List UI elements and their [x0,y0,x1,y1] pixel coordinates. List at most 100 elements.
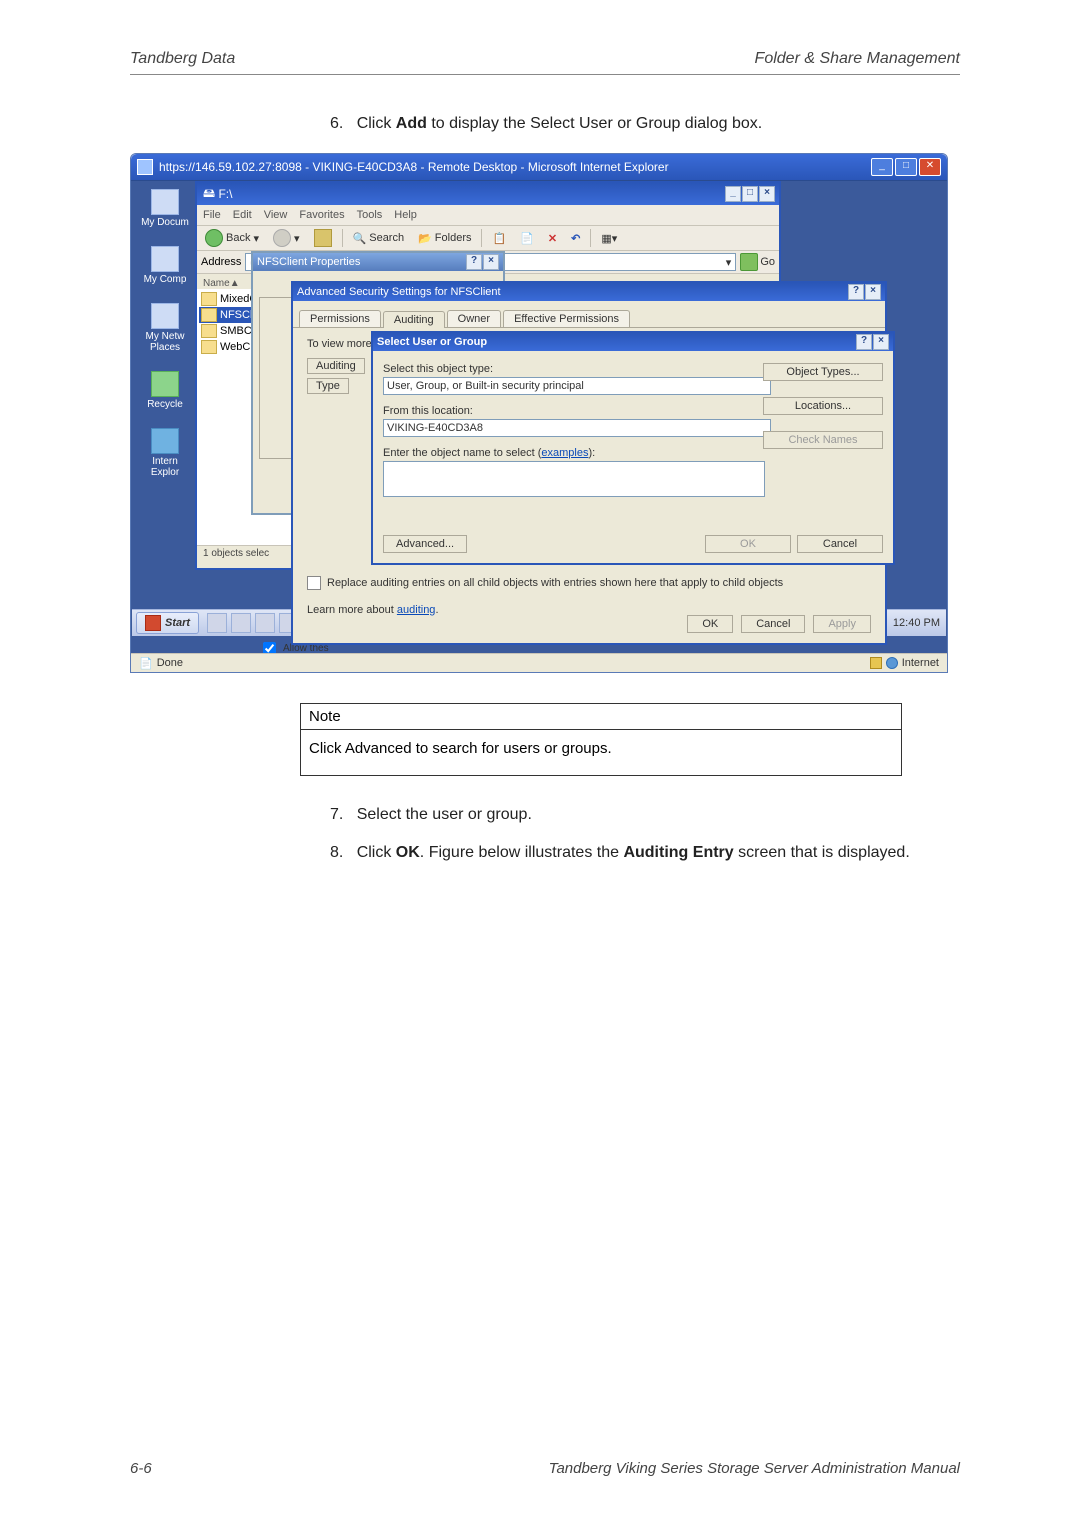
auditing-heading: Auditing [307,358,365,374]
ie-window: https://146.59.102.27:8098 - VIKING-E40C… [130,153,948,673]
tab-effective[interactable]: Effective Permissions [503,310,630,327]
advanced-title: Advanced Security Settings for NFSClient… [293,283,885,301]
folders-button[interactable]: 📂 Folders [414,231,475,246]
toolbar-delete[interactable]: ✕ [544,231,561,246]
object-type-input[interactable]: User, Group, or Built-in security princi… [383,377,771,395]
maximize-button[interactable]: □ [895,158,917,176]
address-label: Address [201,256,241,268]
step-6-text-b: to display the Select User or Group dial… [427,115,762,132]
explorer-max-button[interactable]: □ [742,186,758,202]
explorer-toolbar: Back ▾ ▾ 🔍 Search 📂 Folders 📋 📄 ✕ ↶ ▦▾ [197,226,779,251]
explorer-min-button[interactable]: _ [725,186,741,202]
examples-link[interactable]: examples [541,447,588,459]
ie-status-bar: 📄Done Internet [131,653,947,672]
advanced-title-text: Advanced Security Settings for NFSClient [297,286,501,298]
select-advanced-button[interactable]: Advanced... [383,535,467,553]
step-8-num: 8. [330,844,343,861]
ql-icon[interactable] [231,613,251,633]
menu-view[interactable]: View [264,209,288,221]
menu-edit[interactable]: Edit [233,209,252,221]
properties-close-button[interactable]: × [483,254,499,270]
desktop-icon-my-computer[interactable]: My Comp [137,246,193,285]
explorer-close-button[interactable]: × [759,186,775,202]
object-types-button[interactable]: Object Types... [763,363,883,381]
screenshot: https://146.59.102.27:8098 - VIKING-E40C… [130,153,950,673]
ql-icon[interactable] [255,613,275,633]
properties-help-button[interactable]: ? [466,254,482,270]
windows-icon [145,615,161,631]
desktop-icon-my-documents[interactable]: My Docum [137,189,193,228]
step-8-text-b: . Figure below illustrates the [420,844,624,861]
advanced-close-button[interactable]: × [865,284,881,300]
header-left: Tandberg Data [130,50,235,68]
desktop-icon-ie[interactable]: Intern Explor [137,428,193,478]
object-name-input[interactable] [383,461,765,497]
replace-label: Replace auditing entries on all child ob… [327,577,783,589]
start-label: Start [165,617,190,629]
from-location-value: VIKING-E40CD3A8 [387,422,483,434]
footer-page: 6-6 [130,1460,152,1477]
minimize-button[interactable]: _ [871,158,893,176]
select-ok-button[interactable]: OK [705,535,791,553]
enter-text-b: ): [588,447,595,459]
select-help-button[interactable]: ? [856,334,872,350]
desktop-icon-recycle[interactable]: Recycle [137,371,193,410]
back-button[interactable]: Back ▾ [201,228,263,248]
menu-tools[interactable]: Tools [357,209,383,221]
step-6-text-a: Click [357,115,396,132]
desktop-icon-my-network[interactable]: My Netw Places [137,303,193,353]
properties-title: NFSClient Properties ?× [253,253,503,271]
toolbar-views[interactable]: ▦▾ [597,231,621,246]
object-type-value: User, Group, or Built-in security princi… [387,380,584,392]
note-box: Note Click Advanced to search for users … [300,703,902,776]
select-dialog-title: Select User or Group ?× [373,333,893,351]
advanced-apply-button[interactable]: Apply [813,615,871,633]
locations-button[interactable]: Locations... [763,397,883,415]
header-right: Folder & Share Management [755,50,960,68]
step-6: 6. Click Add to display the Select User … [330,115,960,133]
replace-checkbox[interactable] [307,576,321,590]
close-button[interactable]: ✕ [919,158,941,176]
back-label: Back [226,232,250,244]
remote-desktop-body: My Docum My Comp My Netw Places Recycle … [131,180,947,654]
globe-icon [886,657,898,669]
select-cancel-button[interactable]: Cancel [797,535,883,553]
search-button[interactable]: 🔍 Search [349,231,409,246]
header-rule [130,74,960,75]
start-button[interactable]: Start [136,612,199,634]
footer-title: Tandberg Viking Series Storage Server Ad… [549,1460,960,1477]
menu-file[interactable]: File [203,209,221,221]
menu-help[interactable]: Help [394,209,417,221]
select-close-button[interactable]: × [873,334,889,350]
learn-prefix: Learn more about [307,604,397,616]
search-label: Search [369,232,404,244]
check-names-button[interactable]: Check Names [763,431,883,449]
go-button[interactable]: Go [740,253,775,271]
desktop-icon-label: My Comp [144,274,187,285]
select-user-group-dialog: Select User or Group ?× Select this obje… [371,331,895,565]
tab-auditing[interactable]: Auditing [383,311,445,328]
toolbar-icon-2[interactable]: 📄 [516,231,538,246]
ql-icon[interactable] [207,613,227,633]
auditing-link[interactable]: auditing [397,604,436,616]
toolbar-undo[interactable]: ↶ [567,231,584,246]
desktop-icon-label: My Docum [141,217,189,228]
advanced-help-button[interactable]: ? [848,284,864,300]
toolbar-icon-1[interactable]: 📋 [488,231,510,246]
advanced-cancel-button[interactable]: Cancel [741,615,805,633]
from-location-input[interactable]: VIKING-E40CD3A8 [383,419,771,437]
step-8-text-a: Click [357,844,396,861]
col-name[interactable]: Name [203,278,230,289]
tab-permissions[interactable]: Permissions [299,310,381,327]
advanced-ok-button[interactable]: OK [687,615,733,633]
ie-titlebar: https://146.59.102.27:8098 - VIKING-E40C… [131,154,947,180]
clock: 12:40 PM [893,617,940,629]
folders-label: Folders [435,232,472,244]
forward-button[interactable]: ▾ [269,228,304,248]
menu-favorites[interactable]: Favorites [299,209,344,221]
up-button[interactable] [310,228,336,248]
explorer-titlebar: 🖴 F:\ _□× [197,183,779,205]
explorer-menu: File Edit View Favorites Tools Help [197,205,779,226]
explorer-title: F:\ [218,187,232,201]
tab-owner[interactable]: Owner [447,310,501,327]
